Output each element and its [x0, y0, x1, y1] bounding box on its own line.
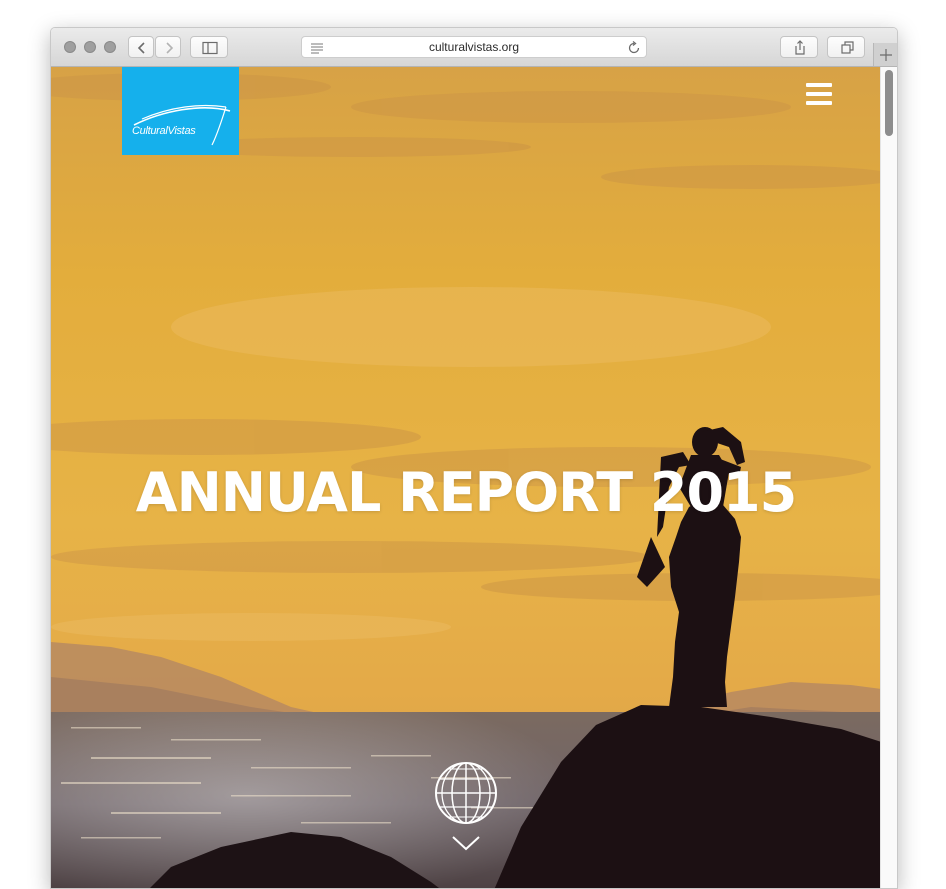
- browser-window: culturalvistas.org CulturalVistas ANNUAL…: [50, 27, 898, 889]
- chevron-down-icon[interactable]: [451, 834, 481, 852]
- chevron-left-icon: [137, 42, 145, 54]
- reload-icon[interactable]: [624, 38, 644, 58]
- sidebar-button[interactable]: [190, 36, 228, 58]
- share-icon: [795, 40, 805, 55]
- vertical-scrollbar[interactable]: [880, 67, 897, 888]
- browser-toolbar: culturalvistas.org: [51, 28, 897, 67]
- back-button[interactable]: [128, 36, 154, 58]
- minimize-window-button[interactable]: [84, 41, 96, 53]
- share-button[interactable]: [780, 36, 818, 58]
- scrollbar-thumb[interactable]: [885, 70, 893, 136]
- chevron-right-icon: [166, 42, 174, 54]
- hamburger-menu-icon[interactable]: [806, 83, 834, 107]
- sidebar-icon: [202, 41, 218, 55]
- url-text[interactable]: culturalvistas.org: [302, 40, 646, 54]
- globe-icon[interactable]: [434, 761, 498, 825]
- forward-button[interactable]: [155, 36, 181, 58]
- tabs-overview-button[interactable]: [827, 36, 865, 58]
- address-bar[interactable]: culturalvistas.org: [301, 36, 647, 58]
- cultural-vistas-logo[interactable]: CulturalVistas: [122, 67, 239, 155]
- close-window-button[interactable]: [64, 41, 76, 53]
- logo-swoosh-icon: [133, 104, 231, 146]
- new-tab-button[interactable]: [873, 43, 897, 66]
- page-viewport: CulturalVistas ANNUAL REPORT 2015: [51, 67, 897, 888]
- zoom-window-button[interactable]: [104, 41, 116, 53]
- tabs-overview-icon: [841, 41, 854, 54]
- hero-title: ANNUAL REPORT 2015: [135, 461, 797, 524]
- plus-icon: [880, 49, 892, 61]
- logo-text: CulturalVistas: [132, 125, 196, 137]
